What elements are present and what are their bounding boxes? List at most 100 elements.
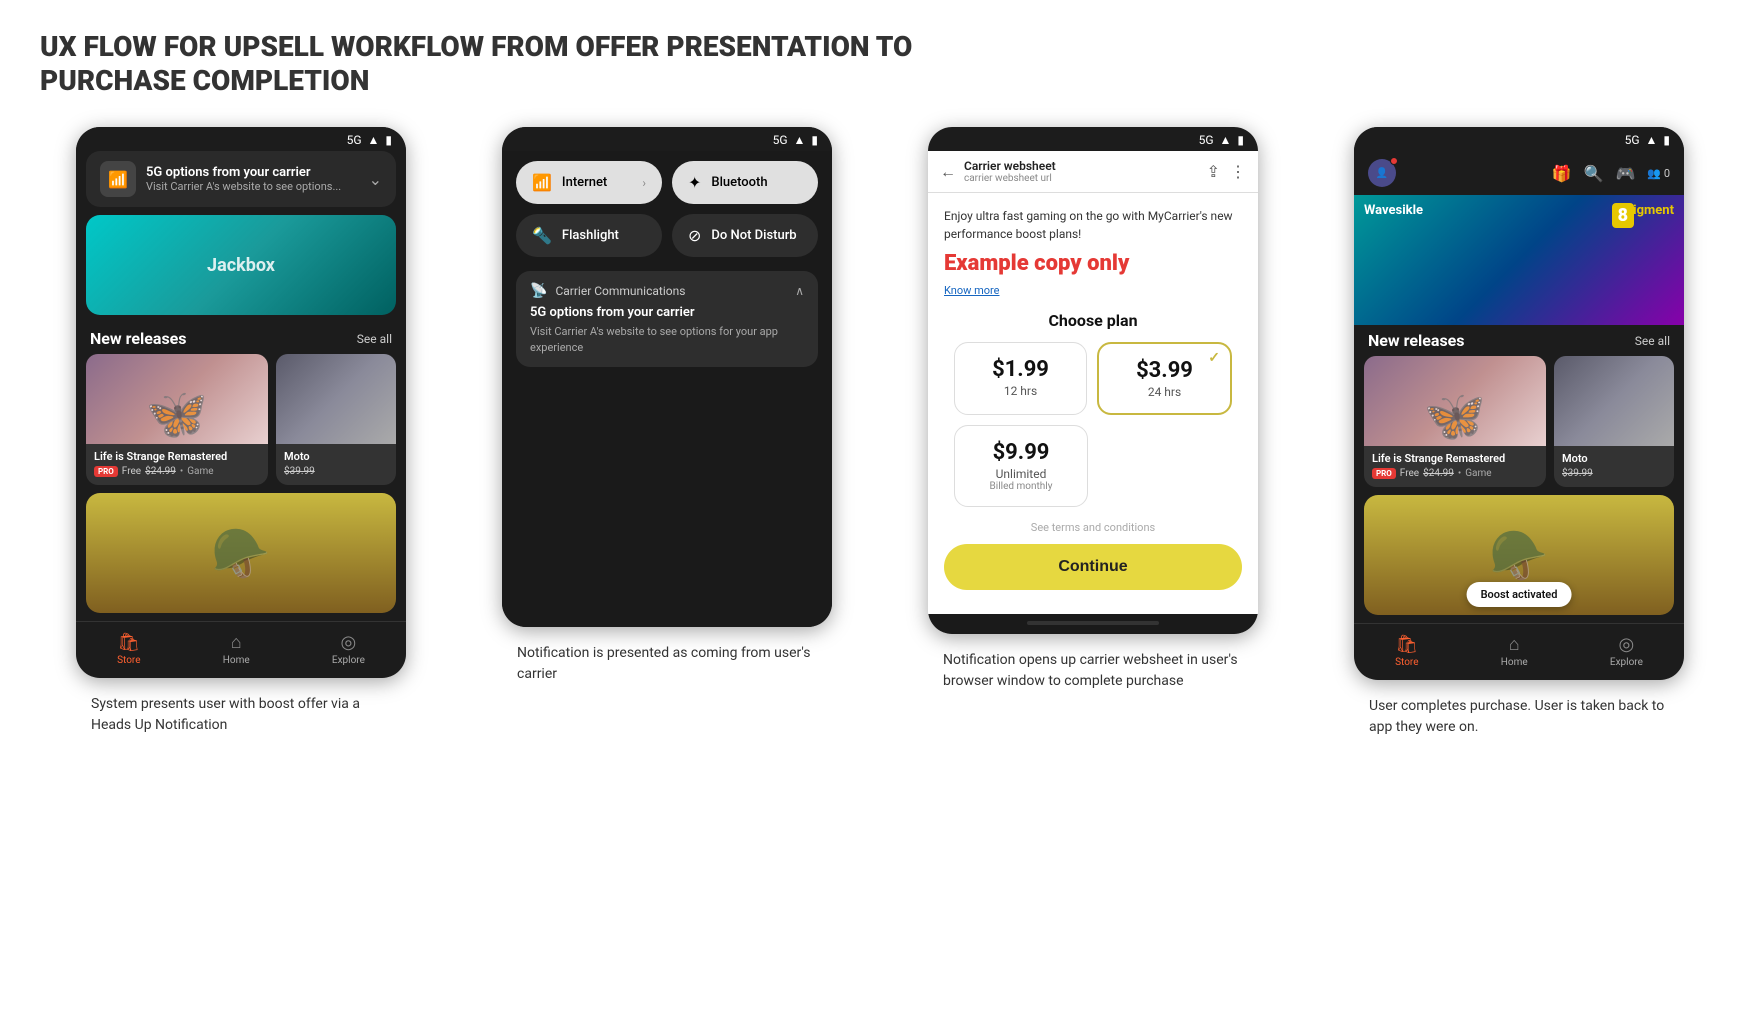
promo-text-1: Enjoy ultra fast gaming on the go with M…	[944, 207, 1242, 243]
game-type-label-4: Game	[1465, 468, 1491, 479]
girl-silhouette-1: 🦋	[146, 386, 208, 444]
plan-3-99[interactable]: $3.99 24 hrs	[1097, 342, 1232, 415]
dnd-label: Do Not Disturb	[711, 228, 796, 243]
life-is-strange-img-4: 🦋	[1364, 356, 1546, 446]
browser-back-button[interactable]: ←	[940, 162, 956, 182]
example-copy-label: Example copy only	[944, 251, 1242, 276]
plan-1-price: $1.99	[965, 357, 1076, 382]
life-is-strange-img-1: 🦋	[86, 354, 268, 444]
new-releases-header-4: New releases See all	[1354, 325, 1684, 356]
caption-1: System presents user with boost offer vi…	[91, 694, 391, 736]
nav-explore-1[interactable]: ◎ Explore	[332, 632, 365, 666]
see-all-4[interactable]: See all	[1635, 334, 1670, 348]
screen-1-col: 5G ▲ ▮ 📶 5G options from your carrier Vi…	[40, 127, 442, 736]
boost-notification-1[interactable]: 📶 5G options from your carrier Visit Car…	[86, 151, 396, 207]
moto-meta-4: $39.99	[1562, 468, 1666, 479]
bottom-bar-3	[928, 614, 1258, 634]
notif-expand-icon[interactable]: ∧	[795, 284, 804, 298]
notif-subtitle-1: Visit Carrier A's website to see options…	[146, 180, 359, 193]
internet-label: Internet	[562, 175, 607, 190]
moto-card-1[interactable]: Moto $39.99	[276, 354, 396, 485]
carrier-icon-1: 📶	[100, 161, 136, 197]
qs-bluetooth[interactable]: ✦ Bluetooth	[672, 161, 818, 204]
moto-price-1: $39.99	[284, 466, 315, 477]
status-5g-2: 5G	[773, 133, 788, 147]
flashlight-icon: 🔦	[532, 226, 552, 245]
more-icon[interactable]: ⋮	[1230, 162, 1246, 181]
status-bar-3: 5G ▲ ▮	[928, 127, 1258, 151]
gift-icon-4: 🎁	[1552, 164, 1572, 183]
qs-flashlight[interactable]: 🔦 Flashlight	[516, 214, 662, 257]
game-type-1: •	[180, 466, 183, 477]
phone-frame-1: 5G ▲ ▮ 📶 5G options from your carrier Vi…	[76, 127, 406, 678]
site-url: carrier websheet url	[964, 173, 1199, 184]
carrier-notification-card: 📡 Carrier Communications ∧ 5G options fr…	[516, 271, 818, 367]
plan-1-duration: 12 hrs	[965, 384, 1076, 398]
figment-label: Figment	[1626, 203, 1674, 218]
nav-home-1[interactable]: ⌂ Home	[223, 632, 250, 666]
game-meta-4: PRO Free $24.99 • Game	[1372, 468, 1538, 479]
nav-home-4[interactable]: ⌂ Home	[1501, 634, 1528, 668]
life-is-strange-card-4[interactable]: 🦋 Life is Strange Remastered PRO Free $2…	[1364, 356, 1546, 487]
status-bar-1: 5G ▲ ▮	[76, 127, 406, 151]
battery-icon-2: ▮	[811, 133, 818, 147]
plan-3-note: Billed monthly	[965, 481, 1077, 492]
moto-meta-1: $39.99	[284, 466, 388, 477]
know-more-link[interactable]: Know more	[944, 284, 1242, 297]
game-row-1: 🦋 Life is Strange Remastered PRO Free $2…	[76, 354, 406, 493]
game-row-4: 🦋 Life is Strange Remastered PRO Free $2…	[1354, 356, 1684, 495]
price-1: $24.99	[145, 466, 176, 477]
battery-icon-4: ▮	[1663, 133, 1670, 147]
plan-options: $1.99 12 hrs $3.99 24 hrs $9.99 Unlimite…	[944, 342, 1242, 507]
internet-arrow-icon: ›	[642, 176, 646, 190]
moto-title-4: Moto	[1562, 452, 1666, 465]
game-title-1: Life is Strange Remastered	[94, 450, 260, 463]
plan-1-99[interactable]: $1.99 12 hrs	[954, 342, 1087, 415]
qs-internet[interactable]: 📶 Internet ›	[516, 161, 662, 204]
see-all-1[interactable]: See all	[357, 332, 392, 346]
signal-icon-4: ▲	[1646, 133, 1658, 147]
plan-2-price: $3.99	[1109, 358, 1220, 383]
game-meta-1: PRO Free $24.99 • Game	[94, 466, 260, 477]
nav-store-1[interactable]: 🛍 Store	[117, 632, 140, 666]
explore-label-4: Explore	[1610, 657, 1643, 668]
moto-info-4: Moto $39.99	[1554, 446, 1674, 487]
home-icon-4: ⌂	[1509, 634, 1520, 655]
share-icon[interactable]: ⇪	[1207, 162, 1220, 181]
free-text-1: Free	[122, 466, 141, 477]
browser-bar: ← Carrier websheet carrier websheet url …	[928, 151, 1258, 193]
soldier-icon-4: 🪖	[1489, 527, 1549, 584]
moto-img-1	[276, 354, 396, 444]
screen-2-col: 5G ▲ ▮ 📶 Internet › ✦ Bluetooth 🔦 Flashl…	[466, 127, 868, 685]
flashlight-label: Flashlight	[562, 228, 619, 243]
soldier-banner-1: 🪖	[86, 493, 396, 613]
websheet-content: Enjoy ultra fast gaming on the go with M…	[928, 193, 1258, 614]
featured-banner-4: Wavesikle 8 Figment	[1354, 195, 1684, 325]
plan-9-99[interactable]: $9.99 Unlimited Billed monthly	[954, 425, 1088, 507]
search-icon-4[interactable]: 🔍	[1584, 164, 1604, 183]
store-label-1: Store	[117, 655, 140, 666]
plan-3-duration: Unlimited	[965, 467, 1077, 481]
battery-icon-1: ▮	[385, 133, 392, 147]
signal-icon-3: ▲	[1220, 133, 1232, 147]
game-type-4: •	[1458, 468, 1461, 479]
continue-button[interactable]: Continue	[944, 544, 1242, 590]
nav-store-4[interactable]: 🛍 Store	[1395, 634, 1418, 668]
store-label-4: Store	[1395, 657, 1418, 668]
avatar-icon-4: 👤	[1376, 168, 1388, 179]
browser-icons: ⇪ ⋮	[1207, 162, 1246, 181]
life-is-strange-card-1[interactable]: 🦋 Life is Strange Remastered PRO Free $2…	[86, 354, 268, 485]
moto-img-4	[1554, 356, 1674, 446]
home-label-4: Home	[1501, 657, 1528, 668]
qs-dnd[interactable]: ⊘ Do Not Disturb	[672, 214, 818, 257]
game-type-label-1: Game	[187, 466, 213, 477]
plan-3-price: $9.99	[965, 440, 1077, 465]
moto-price-4: $39.99	[1562, 468, 1593, 479]
new-releases-label-1: New releases	[90, 329, 187, 348]
nav-explore-4[interactable]: ◎ Explore	[1610, 634, 1643, 668]
moto-card-4[interactable]: Moto $39.99	[1554, 356, 1674, 487]
controller-icon-4: 🎮	[1615, 164, 1635, 183]
url-area: Carrier websheet carrier websheet url	[964, 159, 1199, 184]
terms-text: See terms and conditions	[944, 521, 1242, 534]
jackbox-title: Jackbox	[207, 255, 275, 276]
